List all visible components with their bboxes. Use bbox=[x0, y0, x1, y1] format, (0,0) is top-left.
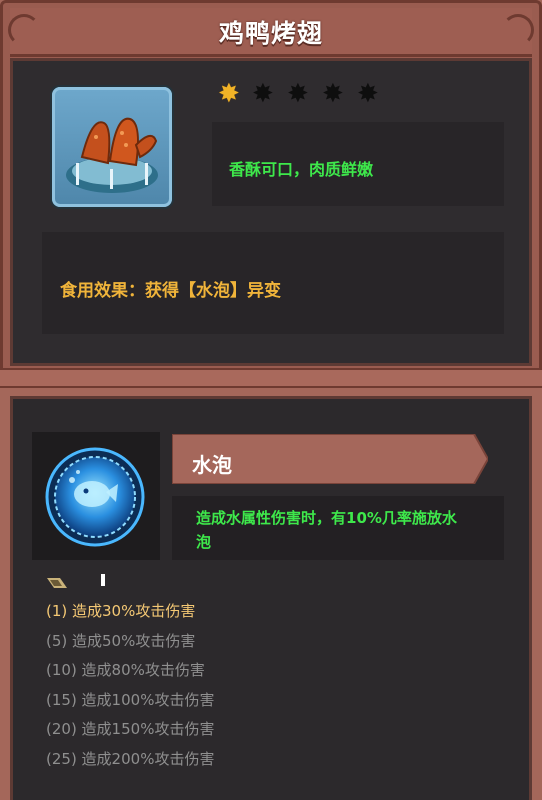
skill-level-row: (20) 造成150%攻击伤害 bbox=[46, 720, 215, 738]
item-description: 香酥可口，肉质鲜嫩 bbox=[229, 160, 374, 179]
roast-wings-food-icon bbox=[52, 87, 172, 207]
item-effect: 食用效果：获得【水泡】异变 bbox=[60, 281, 281, 301]
level-indicator bbox=[101, 574, 105, 586]
star-empty-icon: ✸ bbox=[322, 79, 344, 109]
skill-level-row: (1) 造成30%攻击伤害 bbox=[46, 602, 196, 620]
skill-level-row: (10) 造成80%攻击伤害 bbox=[46, 661, 205, 679]
skill-level-row: (5) 造成50%攻击伤害 bbox=[46, 631, 196, 650]
section-divider bbox=[0, 368, 542, 388]
star-empty-icon: ✸ bbox=[287, 79, 309, 109]
skill-level-list: (1) 造成30%攻击伤害 (5) 造成50%攻击伤害 (10) 造成80%攻击… bbox=[46, 601, 214, 778]
item-title: 鸡鸭烤翅 bbox=[218, 19, 323, 48]
wand-icon bbox=[46, 575, 68, 589]
star-empty-icon: ✸ bbox=[357, 79, 379, 109]
skill-level-row: (15) 造成100%攻击伤害 bbox=[46, 690, 215, 709]
water-bubble-orb-icon bbox=[44, 446, 146, 548]
star-filled-icon: ✸ bbox=[218, 79, 240, 109]
star-empty-icon: ✸ bbox=[252, 79, 274, 109]
skill-name: 水泡 bbox=[192, 453, 232, 477]
skill-level-row: (25) 造成200%攻击伤害 bbox=[46, 749, 215, 768]
skill-description: 造成水属性伤害时，有10%几率施放水泡 bbox=[196, 509, 457, 551]
